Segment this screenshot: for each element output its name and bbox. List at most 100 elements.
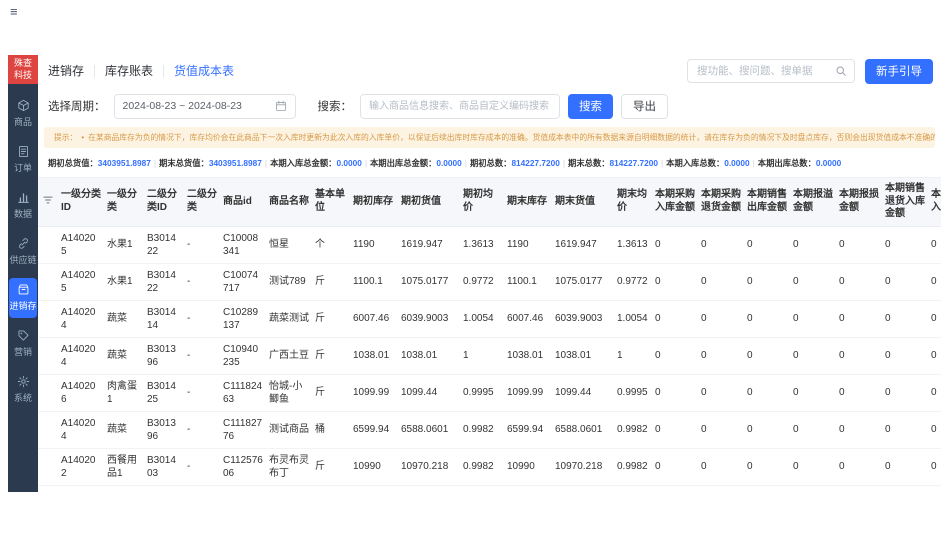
table-cell xyxy=(790,485,836,492)
filter-icon[interactable] xyxy=(42,196,54,209)
table-cell: 0 xyxy=(882,411,928,449)
table-cell: 0.9995 xyxy=(614,374,652,412)
column-header: 一级分类ID xyxy=(58,178,104,227)
filter-bar: 选择周期： 2024-08-23 ~ 2024-08-23 搜索： 搜索 导出 xyxy=(38,87,941,125)
table-cell: 测试商品 xyxy=(266,411,312,449)
summary-item: 本期入库总金额：0.0000 xyxy=(270,157,362,169)
table-cell: 0 xyxy=(882,448,928,486)
row-filter-cell xyxy=(38,263,58,301)
table-cell: 0 xyxy=(836,411,882,449)
table-cell: 1619.947 xyxy=(552,226,614,264)
row-filter-cell xyxy=(38,226,58,264)
table-cell xyxy=(312,485,350,492)
table-container: 一级分类ID 一级分类 二级分类ID 二级分类 商品id 商品名称 基本单位 期初库存 期初货值… xyxy=(38,177,941,492)
hint-prefix: 提示： xyxy=(54,133,78,142)
table-cell: 水果1 xyxy=(104,226,144,264)
hint-text: 在某商品库存为负的情况下，库存均价会在此商品下一次入库时更新为此次入库的入库单价… xyxy=(88,133,935,142)
search-button[interactable]: 搜索 xyxy=(568,93,613,119)
tab-2[interactable]: 库存账表 xyxy=(94,64,163,78)
table-row: A140204 蔬菜 B301396- C11182776 测试商品桶 6599.94 65… xyxy=(38,411,941,449)
table-cell: 1.3613 xyxy=(460,226,504,264)
sidebar-item-data[interactable]: 数据 xyxy=(9,186,37,226)
menu-toggle-icon[interactable]: ≡ xyxy=(10,4,18,19)
table-cell: 0.9772 xyxy=(460,263,504,301)
table-cell: - xyxy=(184,411,220,449)
sidebar-item-goods[interactable]: 商品 xyxy=(9,94,37,134)
table-cell: 斤 xyxy=(312,448,350,486)
table-cell: 0 xyxy=(652,300,698,338)
summary-value: 814227.7200 xyxy=(609,158,658,168)
table-cell: 1075.0177 xyxy=(552,263,614,301)
table-cell: 0 xyxy=(652,411,698,449)
table-cell: 0 xyxy=(744,448,790,486)
table-cell: 1190 xyxy=(504,226,552,264)
table-cell: A140205 xyxy=(58,263,104,301)
table-cell: 0 xyxy=(790,337,836,375)
sidebar-item-marketing[interactable]: 营销 xyxy=(9,324,37,364)
table-cell xyxy=(928,485,941,492)
sidebar-item-supply-chain[interactable]: 供应链 xyxy=(9,232,37,272)
table-cell xyxy=(882,485,928,492)
table-cell: 0 xyxy=(698,411,744,449)
app-logo[interactable]: 殊查科技 xyxy=(8,55,38,85)
table-cell xyxy=(652,485,698,492)
table-cell: 0 xyxy=(928,374,941,412)
table-row: A140206 肉禽蛋1 B301425- C11182463 怡城-小鲫鱼斤 1099.… xyxy=(38,374,941,412)
date-range-picker[interactable]: 2024-08-23 ~ 2024-08-23 xyxy=(113,93,296,119)
table-cell: 1075.0177 xyxy=(398,263,460,301)
column-header: 期末库存 xyxy=(504,178,552,227)
summary-item: 本期出库总金额：0.0000 xyxy=(370,157,462,169)
guide-button[interactable]: 新手引导 xyxy=(865,58,933,84)
table-cell: 1038.01 xyxy=(504,337,552,375)
summary-label: 期末总货值： xyxy=(159,158,209,168)
table-cell: 1099.99 xyxy=(504,374,552,412)
tab-1[interactable]: 进销存 xyxy=(48,64,94,78)
table-cell xyxy=(836,485,882,492)
table-cell: 水果1 xyxy=(104,263,144,301)
table-cell: 0 xyxy=(882,300,928,338)
global-search-input[interactable] xyxy=(695,64,831,78)
table-cell: 0 xyxy=(698,337,744,375)
table-cell: 6599.94 xyxy=(350,411,398,449)
column-header: 本期调拨入库均价 xyxy=(928,178,941,227)
table-row: A140202 西餐用品1 B301403- C11257606 布灵布灵布丁斤 1099… xyxy=(38,448,941,486)
table-cell: C11182776 xyxy=(220,411,266,449)
column-header: 本期销售出库金额 xyxy=(744,178,790,227)
summary-value: 0.0000 xyxy=(336,158,362,168)
table-cell: C1147841 xyxy=(220,485,266,492)
table-cell: 蔬菜测试 xyxy=(266,300,312,338)
table-cell: B301396 xyxy=(144,337,184,375)
row-filter-cell xyxy=(38,300,58,338)
global-search-box[interactable] xyxy=(687,59,855,83)
search-icon[interactable] xyxy=(835,65,847,77)
table-row: C1147841 xyxy=(38,485,941,492)
table-cell: 布灵布灵布丁 xyxy=(266,448,312,486)
table-cell: 0.9982 xyxy=(460,448,504,486)
table-cell: 6007.46 xyxy=(504,300,552,338)
sidebar-item-orders[interactable]: 订单 xyxy=(9,140,37,180)
table-cell: 0 xyxy=(652,337,698,375)
table-row: A140205 水果1 B301422- C10074717 测试789 斤 1100.1 1… xyxy=(38,263,941,301)
table-cell: 1038.01 xyxy=(398,337,460,375)
table-cell: C10940235 xyxy=(220,337,266,375)
table-cell: 6588.0601 xyxy=(552,411,614,449)
table-cell: 0 xyxy=(698,300,744,338)
table-cell xyxy=(144,485,184,492)
table-cell: 6039.9003 xyxy=(552,300,614,338)
row-filter-cell xyxy=(38,374,58,412)
column-header: 本期报损金额 xyxy=(836,178,882,227)
column-header: 期初货值 xyxy=(398,178,460,227)
table-cell: 1 xyxy=(614,337,652,375)
table-cell xyxy=(552,485,614,492)
sidebar-item-inventory[interactable]: 进销存 xyxy=(9,278,37,319)
table-cell: 1038.01 xyxy=(350,337,398,375)
tab-3[interactable]: 货值成本表 xyxy=(163,64,244,78)
export-button[interactable]: 导出 xyxy=(621,93,668,119)
summary-label: 期末总数： xyxy=(568,158,610,168)
product-search-input[interactable] xyxy=(360,93,560,119)
column-header: 本期采购入库金额 xyxy=(652,178,698,227)
sidebar-item-system[interactable]: 系统 xyxy=(9,370,37,410)
summary-separator: | xyxy=(364,158,367,168)
table-cell: 蔬菜 xyxy=(104,300,144,338)
sidebar-item-label: 数据 xyxy=(13,209,32,220)
